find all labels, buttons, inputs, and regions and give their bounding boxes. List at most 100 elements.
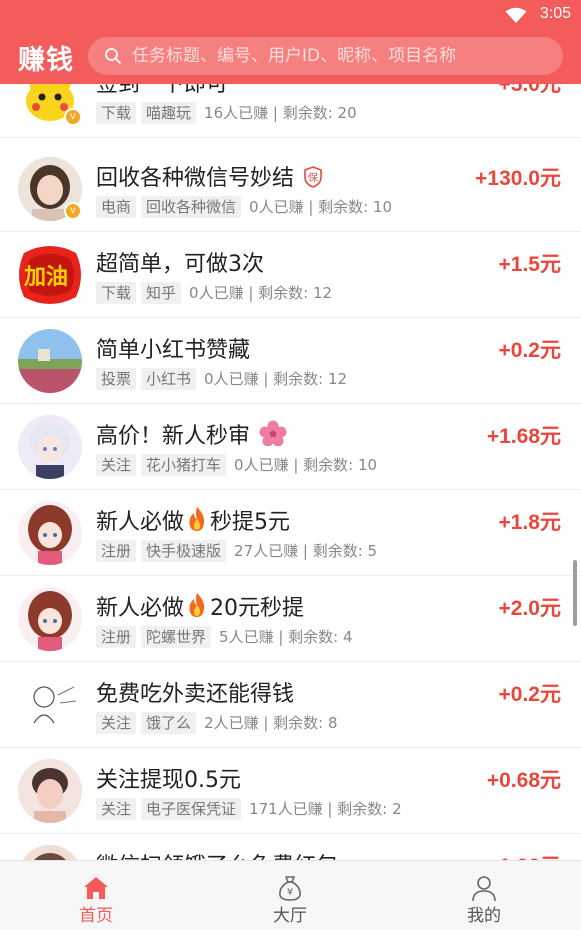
task-reward: +0.2元 [498, 339, 561, 362]
task-reward: +0.68元 [486, 769, 561, 792]
task-avatar [18, 329, 82, 393]
task-avatar [18, 415, 82, 479]
task-avatar: 加油 [18, 243, 82, 307]
nav-hall-label: 大厅 [273, 906, 307, 926]
task-item[interactable]: v 回收各种微信号妙结 保 +130.0元 电商 回收各种微信 0人已赚 | 剩余数… [0, 146, 581, 232]
task-avatar [18, 587, 82, 651]
task-item[interactable]: 新人必做 20元秒提 +2.0元 注册 陀螺世界 5人已赚 | 剩余数: 4 [0, 576, 581, 662]
task-tag: 关注 [96, 798, 137, 820]
task-item[interactable]: 加油 超简单，可做3次 +1.5元 下载 知乎 0人已赚 | 剩余数: 12 [0, 232, 581, 318]
task-tag: 电子医保凭证 [141, 798, 242, 820]
task-tag: 投票 [96, 368, 137, 390]
task-title: 回收各种微信号妙结 保 [96, 160, 325, 192]
nav-home[interactable]: 首页 [36, 861, 156, 930]
task-reward: +1.00元 [487, 850, 561, 860]
task-list[interactable]: v 签到一下即可 +5.0元 下载 喵趣玩 16人已赚 | 剩余数: 20 v 回收… [0, 84, 581, 860]
task-tag: 喵趣玩 [141, 102, 197, 124]
task-stats: 27人已赚 | 剩余数: 5 [234, 542, 378, 560]
home-icon [84, 877, 108, 899]
task-meta: 注册 快手极速版 27人已赚 | 剩余数: 5 [96, 540, 377, 564]
header: 赚钱 [0, 30, 581, 84]
task-title: 新人必做 秒提5元 [96, 504, 290, 536]
task-stats: 0人已赚 | 剩余数: 10 [234, 456, 378, 474]
task-title: 免费吃外卖还能得钱 [96, 682, 295, 707]
app-title: 赚钱 [18, 45, 74, 76]
fire-icon [189, 593, 205, 617]
wifi-icon [505, 7, 527, 23]
search-icon [105, 48, 121, 64]
task-title-text-a: 新人必做 [96, 596, 185, 621]
scrollbar[interactable] [573, 560, 577, 626]
task-stats: 0人已赚 | 剩余数: 10 [249, 198, 393, 216]
task-title-text-a: 新人必做 [96, 510, 185, 535]
task-reward: +2.0元 [498, 597, 561, 620]
user-icon [472, 876, 496, 902]
task-title: 超简单，可做3次 [96, 252, 264, 277]
search-input[interactable] [132, 37, 552, 75]
task-tag: 陀螺世界 [141, 626, 212, 648]
task-item[interactable]: v 签到一下即可 +5.0元 下载 喵趣玩 16人已赚 | 剩余数: 20 [0, 84, 581, 138]
svg-text:¥: ¥ [287, 887, 293, 898]
nav-home-label: 首页 [79, 906, 113, 926]
task-item[interactable]: 新人必做 秒提5元 +1.8元 注册 快手极速版 27人已赚 | 剩余数: 5 [0, 490, 581, 576]
task-tag: 小红书 [141, 368, 197, 390]
task-tag: 注册 [96, 540, 137, 562]
task-meta: 关注 饿了么 2人已赚 | 剩余数: 8 [96, 712, 338, 736]
task-meta: 关注 花小猪打车 0人已赚 | 剩余数: 10 [96, 454, 377, 478]
task-meta: 关注 电子医保凭证 171人已赚 | 剩余数: 2 [96, 798, 402, 822]
status-bar: 3:05 [0, 0, 581, 30]
guarantee-badge-text: 保 [308, 173, 319, 184]
search-box[interactable] [88, 37, 563, 75]
task-stats: 2人已赚 | 剩余数: 8 [204, 714, 338, 732]
verified-badge-icon: v [64, 202, 82, 220]
money-bag-icon: ¥ [279, 876, 301, 901]
task-tag: 快手极速版 [141, 540, 227, 562]
task-meta: 投票 小红书 0人已赚 | 剩余数: 12 [96, 368, 347, 392]
task-stats: 16人已赚 | 剩余数: 20 [204, 104, 357, 122]
nav-mine-label: 我的 [467, 906, 501, 926]
task-tag: 关注 [96, 454, 137, 476]
task-stats: 0人已赚 | 剩余数: 12 [204, 370, 348, 388]
task-tag: 下载 [96, 102, 137, 124]
task-tag: 下载 [96, 282, 137, 304]
nav-hall[interactable]: ¥ 大厅 [230, 861, 350, 930]
fire-icon [189, 507, 205, 531]
flower-icon [259, 420, 287, 446]
task-avatar [18, 845, 82, 860]
task-avatar [18, 759, 82, 823]
task-tag: 饿了么 [141, 712, 197, 734]
task-reward: +1.8元 [498, 511, 561, 534]
task-stats: 5人已赚 | 剩余数: 4 [219, 628, 353, 646]
guarantee-badge-icon: 保 [303, 166, 323, 188]
task-title: 高价！新人秒审 [96, 418, 289, 450]
task-tag: 注册 [96, 626, 137, 648]
task-reward: +0.2元 [498, 683, 561, 706]
task-tag: 电商 [96, 196, 137, 218]
task-avatar [18, 501, 82, 565]
task-tag: 关注 [96, 712, 137, 734]
task-item[interactable]: 关注提现0.5元 +0.68元 关注 电子医保凭证 171人已赚 | 剩余数: 2 [0, 748, 581, 834]
task-stats: 171人已赚 | 剩余数: 2 [249, 800, 402, 818]
task-title: 关注提现0.5元 [96, 768, 241, 793]
task-title: 新人必做 20元秒提 [96, 590, 304, 622]
task-item[interactable]: 高价！新人秒审 +1.68元 关注 花小猪打车 0人已赚 | 剩余数: 10 [0, 404, 581, 490]
verified-badge-icon: v [64, 108, 82, 126]
task-item[interactable]: 简单小红书赞藏 +0.2元 投票 小红书 0人已赚 | 剩余数: 12 [0, 318, 581, 404]
task-item[interactable]: 微信扫领饿了么免费红包 +1.00元 [0, 834, 581, 860]
task-tag: 花小猪打车 [141, 454, 227, 476]
task-reward: +1.5元 [498, 253, 561, 276]
task-title-text: 高价！新人秒审 [96, 424, 251, 449]
nav-mine[interactable]: 我的 [424, 861, 544, 930]
task-item[interactable]: 免费吃外卖还能得钱 +0.2元 关注 饿了么 2人已赚 | 剩余数: 8 [0, 662, 581, 748]
task-meta: 电商 回收各种微信 0人已赚 | 剩余数: 10 [96, 196, 392, 220]
task-title-text: 回收各种微信号妙结 [96, 166, 295, 191]
task-title: 简单小红书赞藏 [96, 338, 251, 363]
task-meta: 注册 陀螺世界 5人已赚 | 剩余数: 4 [96, 626, 353, 650]
task-title: 签到一下即可 [96, 84, 229, 97]
avatar-text: 加油 [24, 265, 69, 290]
task-tag: 知乎 [141, 282, 182, 304]
task-reward: +130.0元 [475, 167, 561, 190]
task-reward: +1.68元 [486, 425, 561, 448]
task-meta: 下载 喵趣玩 16人已赚 | 剩余数: 20 [96, 102, 357, 126]
task-meta: 下载 知乎 0人已赚 | 剩余数: 12 [96, 282, 332, 306]
